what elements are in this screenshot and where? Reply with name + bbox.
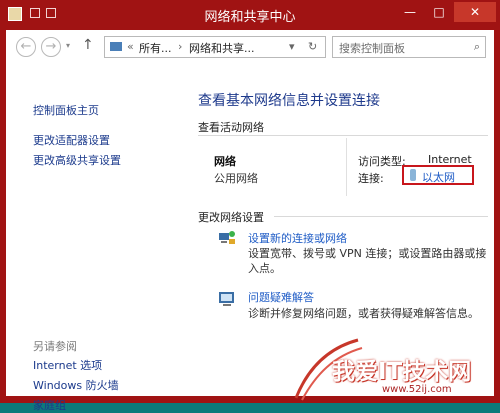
- back-button[interactable]: ←: [16, 37, 36, 57]
- network-setup-icon: [218, 230, 236, 246]
- address-dropdown[interactable]: ▾: [289, 40, 295, 53]
- change-settings-label: 更改网络设置: [198, 211, 264, 224]
- main-panel: 查看基本网络信息并设置连接 查看活动网络 网络 公用网络 访问类型: Inter…: [176, 64, 494, 396]
- recent-locations-dropdown[interactable]: ▾: [66, 41, 70, 50]
- sidebar-link-homegroup[interactable]: 家庭组: [33, 397, 66, 413]
- connection-link[interactable]: 以太网: [422, 169, 455, 185]
- search-icon[interactable]: ⌕: [474, 40, 480, 54]
- sidebar-link-home[interactable]: 控制面板主页: [33, 102, 99, 118]
- title-bar[interactable]: 网络和共享中心 — □ ✕: [0, 0, 500, 30]
- troubleshoot-icon: [218, 290, 236, 306]
- breadcrumb-overflow[interactable]: «: [127, 40, 134, 53]
- maximize-button[interactable]: □: [425, 2, 453, 22]
- connection-label: 连接:: [358, 172, 384, 185]
- address-bar[interactable]: « 所有... › 网络和共享... ▾ ↻: [104, 36, 326, 58]
- divider: [346, 138, 347, 196]
- sidebar-link-firewall[interactable]: Windows 防火墙: [33, 377, 119, 393]
- ethernet-icon: [410, 169, 416, 181]
- breadcrumb-all-items[interactable]: 所有...: [139, 40, 172, 56]
- page-title: 查看基本网络信息并设置连接: [198, 93, 380, 109]
- active-networks-label: 查看活动网络: [198, 121, 264, 134]
- troubleshoot-desc: 诊断并修复网络问题，或者获得疑难解答信息。: [248, 307, 479, 320]
- minimize-button[interactable]: —: [396, 2, 424, 22]
- sidebar-link-sharing-settings[interactable]: 更改高级共享设置: [33, 152, 121, 168]
- network-name: 网络: [214, 155, 236, 168]
- search-box[interactable]: 搜索控制面板 ⌕: [332, 36, 486, 58]
- setup-connection-desc: 设置宽带、拨号或 VPN 连接；或设置路由器或接入点。: [248, 247, 487, 275]
- search-placeholder: 搜索控制面板: [339, 42, 405, 55]
- sidebar: 控制面板主页 更改适配器设置 更改高级共享设置 另请参阅 Internet 选项…: [6, 64, 176, 412]
- close-button[interactable]: ✕: [454, 2, 496, 22]
- up-button[interactable]: ↑: [82, 37, 94, 53]
- setup-connection-link[interactable]: 设置新的连接或网络: [248, 230, 347, 246]
- troubleshoot-link[interactable]: 问题疑难解答: [248, 289, 314, 305]
- navigation-toolbar: ← → ▾ ↑ « 所有... › 网络和共享... ▾ ↻ 搜索控制面板 ⌕: [6, 30, 494, 64]
- divider: [198, 135, 488, 136]
- network-type[interactable]: 公用网络: [214, 170, 258, 186]
- connection-highlight[interactable]: 以太网: [402, 165, 474, 185]
- breadcrumb-network-center[interactable]: 网络和共享...: [189, 40, 255, 56]
- see-also-heading: 另请参阅: [33, 340, 77, 353]
- access-type-label: 访问类型:: [358, 155, 406, 168]
- divider: [274, 216, 488, 217]
- refresh-button[interactable]: ↻: [308, 40, 317, 53]
- control-panel-icon: [110, 42, 122, 51]
- forward-button[interactable]: →: [41, 37, 61, 57]
- sidebar-link-internet-options[interactable]: Internet 选项: [33, 357, 102, 373]
- window-content: ← → ▾ ↑ « 所有... › 网络和共享... ▾ ↻ 搜索控制面板 ⌕ …: [6, 30, 494, 412]
- breadcrumb-separator[interactable]: ›: [178, 40, 182, 53]
- window-frame: 网络和共享中心 — □ ✕ ← → ▾ ↑ « 所有... › 网络和共享...…: [0, 0, 500, 412]
- sidebar-link-adapter-settings[interactable]: 更改适配器设置: [33, 132, 110, 148]
